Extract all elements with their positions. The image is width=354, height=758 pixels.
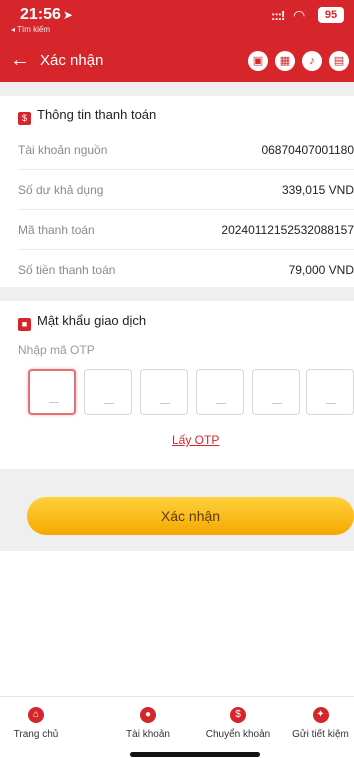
info-row-payment-code: Mã thanh toán 20240112152532088157	[18, 210, 354, 250]
gift-icon[interactable]: ▤	[329, 51, 349, 71]
row-value: 20240112152532088157	[221, 223, 354, 237]
tab-savings[interactable]: ✦ Gửi tiết kiệm	[287, 707, 354, 740]
payment-info-title: $ Thông tin thanh toán	[18, 107, 156, 125]
back-arrow-icon[interactable]: ←	[10, 50, 30, 70]
otp-digit-input[interactable]	[252, 369, 300, 415]
row-value: 06870407001180	[261, 143, 354, 157]
bottom-nav: ⌂ Trang chủ ● Tài khoản $ Chuyển khoản ✦…	[0, 696, 354, 758]
status-time: 21:56 ➤	[20, 6, 73, 24]
money-icon: $	[18, 112, 31, 125]
tab-label: Gửi tiết kiệm	[292, 729, 349, 740]
confirm-button[interactable]: Xác nhận	[27, 497, 354, 535]
tab-label: Tài khoản	[126, 729, 170, 740]
location-arrow-icon: ➤	[62, 8, 73, 22]
lock-icon: ■	[18, 318, 31, 331]
tab-transfer[interactable]: $ Chuyển khoản	[197, 707, 279, 740]
row-label: Tài khoản nguồn	[18, 143, 108, 157]
home-icon: ⌂	[28, 707, 44, 723]
row-label: Mã thanh toán	[18, 223, 95, 237]
row-value: 79,000 VND	[288, 263, 354, 277]
payment-info-title-text: Thông tin thanh toán	[37, 107, 157, 122]
info-row-amount: Số tiền thanh toán 79,000 VND	[18, 250, 354, 290]
tab-account[interactable]: ● Tài khoản	[115, 707, 181, 740]
transaction-password-title-text: Mật khẩu giao dịch	[37, 313, 147, 328]
otp-digit-input[interactable]	[196, 369, 244, 415]
status-back-app[interactable]: ◂ Tìm kiếm	[11, 25, 50, 34]
get-otp-link[interactable]: Lấy OTP	[172, 433, 219, 447]
signal-icon: :::!	[271, 8, 285, 23]
otp-digit-input[interactable]	[306, 369, 354, 415]
row-value: 339,015 VND	[281, 183, 354, 197]
app-header: 21:56 ➤ ◂ Tìm kiếm :::! ◠ 95 ← Xác nhận ▣…	[0, 0, 354, 82]
battery-icon: 95	[318, 7, 344, 23]
status-time-text: 21:56	[20, 6, 61, 23]
home-indicator	[130, 752, 260, 757]
row-label: Số dư khả dụng	[18, 183, 104, 197]
otp-digit-input[interactable]	[84, 369, 132, 415]
info-row-balance: Số dư khả dụng 339,015 VND	[18, 170, 354, 210]
section-gap	[0, 82, 354, 96]
tab-home[interactable]: ⌂ Trang chủ	[6, 707, 66, 740]
wifi-icon: ◠	[293, 7, 306, 23]
otp-digit-input[interactable]	[140, 369, 188, 415]
tab-label: Chuyển khoản	[205, 729, 271, 740]
transfer-icon: $	[230, 707, 246, 723]
otp-placeholder: Nhập mã OTP	[18, 343, 95, 357]
qr-icon[interactable]: ▦	[275, 51, 295, 71]
page-title: Xác nhận	[40, 52, 104, 69]
otp-digit-input[interactable]	[28, 369, 76, 415]
row-label: Số tiền thanh toán	[18, 263, 116, 277]
bell-icon[interactable]: ♪	[302, 51, 322, 71]
tab-label: Trang chủ	[13, 729, 59, 740]
transaction-password-title: ■ Mật khẩu giao dịch	[18, 313, 146, 331]
user-icon: ●	[140, 707, 156, 723]
info-row-source-account: Tài khoản nguồn 06870407001180	[18, 130, 354, 170]
bus-icon[interactable]: ▣	[248, 51, 268, 71]
piggy-bank-icon: ✦	[312, 707, 329, 723]
